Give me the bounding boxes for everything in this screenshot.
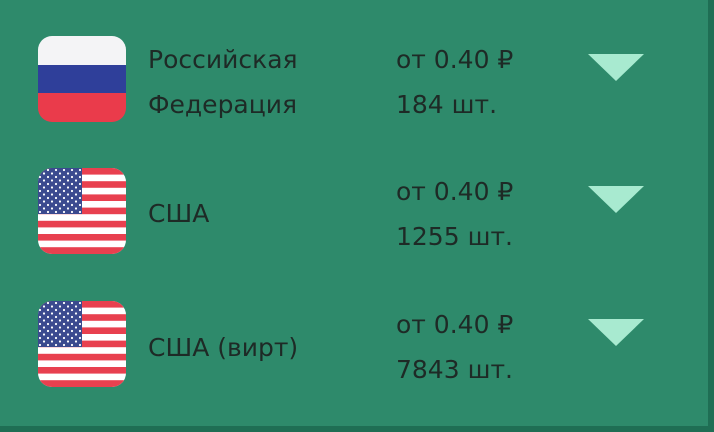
country-list: Российская Федерация от 0.40 ₽ 184 шт. С… bbox=[0, 0, 714, 432]
country-name-line1: США bbox=[148, 199, 210, 228]
chevron-down-icon bbox=[588, 54, 644, 81]
country-name-line2: Федерация bbox=[148, 90, 298, 119]
country-row-usa[interactable]: США от 0.40 ₽ 1255 шт. bbox=[0, 148, 708, 280]
usa-flag-icon bbox=[38, 301, 126, 387]
expand-button[interactable] bbox=[582, 184, 650, 228]
country-row-usa-virtual[interactable]: США (вирт) от 0.40 ₽ 7843 шт. bbox=[0, 282, 708, 414]
russia-flag-icon bbox=[38, 36, 126, 122]
chevron-down-icon bbox=[588, 319, 644, 346]
stock-count: 184 шт. bbox=[396, 90, 498, 119]
stock-count: 1255 шт. bbox=[396, 222, 513, 251]
stock-count: 7843 шт. bbox=[396, 355, 513, 384]
expand-button[interactable] bbox=[582, 317, 650, 361]
price-label: от 0.40 ₽ bbox=[396, 310, 514, 339]
expand-button[interactable] bbox=[582, 52, 650, 96]
chevron-down-icon bbox=[588, 186, 644, 213]
country-name-line1: США (вирт) bbox=[148, 333, 299, 362]
price-label: от 0.40 ₽ bbox=[396, 45, 514, 74]
country-name-line1: Российская bbox=[148, 45, 298, 74]
country-row-russia[interactable]: Российская Федерация от 0.40 ₽ 184 шт. bbox=[0, 16, 708, 148]
price-label: от 0.40 ₽ bbox=[396, 177, 514, 206]
usa-flag-icon bbox=[38, 168, 126, 254]
